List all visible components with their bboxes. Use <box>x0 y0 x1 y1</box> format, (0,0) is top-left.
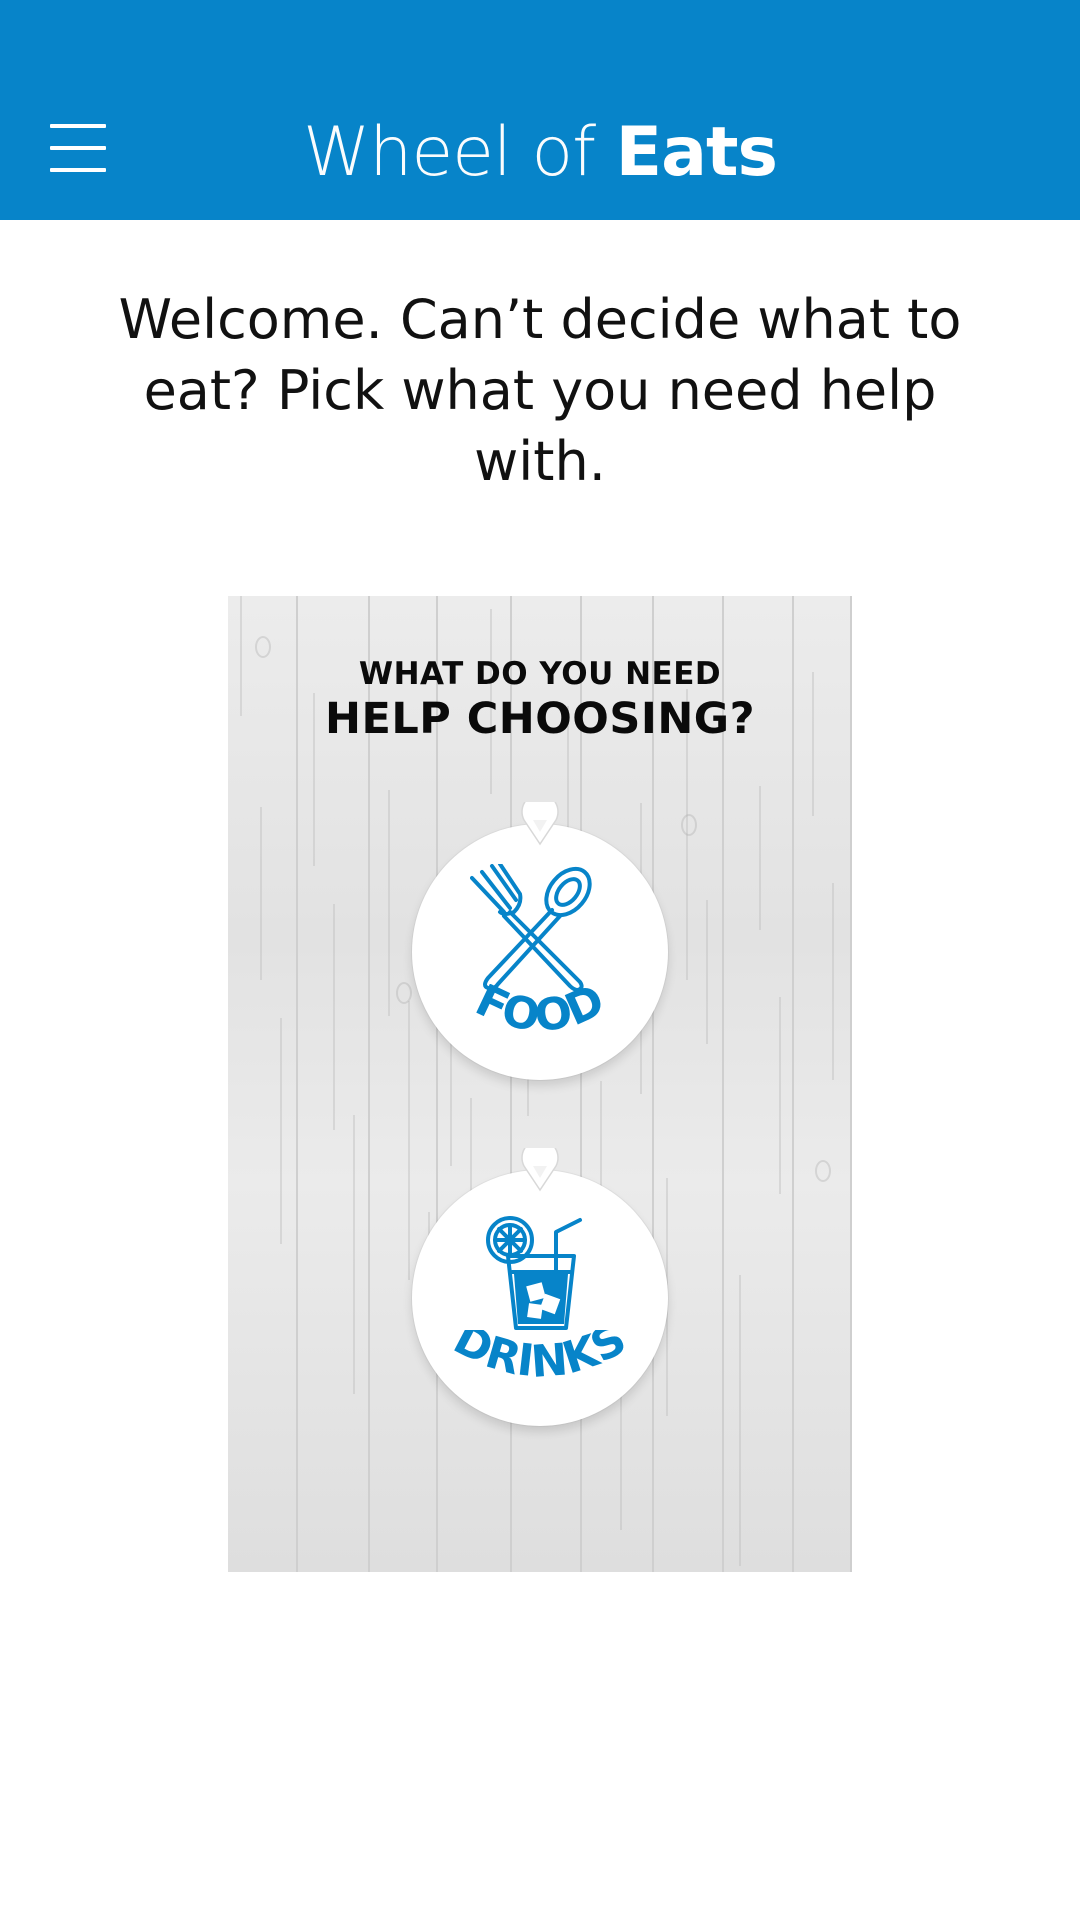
wood-grain <box>408 1001 410 1280</box>
wood-grain <box>706 900 708 1044</box>
board-heading: WHAT DO YOU NEED HELP CHOOSING? <box>228 654 852 744</box>
wood-knot <box>681 814 697 836</box>
food-choice-button[interactable]: FOOD <box>412 802 668 1080</box>
drinks-choice-button[interactable]: DRINKS <box>412 1148 668 1426</box>
svg-text:DRINKS: DRINKS <box>446 1330 635 1388</box>
welcome-text: Welcome. Can’t decide what to eat? Pick … <box>118 288 962 493</box>
wood-knot <box>396 982 412 1004</box>
fork-spoon-icon <box>470 864 592 992</box>
wood-grain <box>388 790 390 1016</box>
board-heading-line2: HELP CHOOSING? <box>324 694 756 744</box>
wood-grain <box>832 883 834 1080</box>
wood-grain <box>759 786 761 930</box>
wood-grain <box>353 1115 355 1394</box>
app-title-bold: Eats <box>615 113 778 192</box>
drinks-label: DRINKS <box>446 1330 635 1388</box>
pointer-icon <box>521 1148 559 1192</box>
board-heading-line1: WHAT DO YOU NEED <box>358 656 722 692</box>
app-bar: Wheel of Eats <box>0 0 1080 220</box>
wood-grain <box>260 807 262 980</box>
wood-grain <box>779 997 781 1194</box>
svg-text:FOOD: FOOD <box>468 984 612 1042</box>
pointer-icon <box>521 802 559 846</box>
food-label: FOOD <box>468 984 612 1042</box>
app-title: Wheel of Eats <box>0 108 1080 198</box>
wood-knot <box>815 1160 831 1182</box>
wood-grain <box>739 1275 741 1566</box>
wood-grain <box>333 904 335 1130</box>
wood-board: WHAT DO YOU NEED HELP CHOOSING? FOOD DRI… <box>228 596 852 1572</box>
wood-grain <box>280 1018 282 1244</box>
app-title-light: Wheel of <box>303 113 616 192</box>
drink-glass-icon <box>486 1216 582 1330</box>
